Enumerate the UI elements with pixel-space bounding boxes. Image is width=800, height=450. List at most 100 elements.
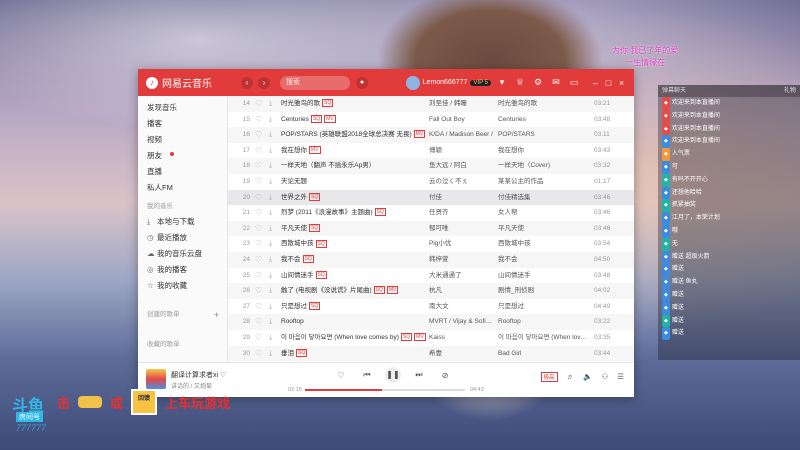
download-icon[interactable]: ⤓	[269, 158, 272, 174]
sidebar-item-fm[interactable]: 私人FM	[138, 180, 227, 196]
download-icon[interactable]: ⤓	[269, 205, 272, 221]
mail-icon[interactable]: ✉	[549, 77, 563, 88]
sidebar-item-discover[interactable]: 发现音乐	[138, 100, 227, 116]
download-icon[interactable]: ⤓	[269, 112, 272, 128]
download-icon[interactable]: ⤓	[269, 174, 272, 190]
heart-icon[interactable]: ♡	[255, 330, 262, 346]
search-input[interactable]: 搜索	[280, 75, 350, 90]
song-row[interactable]: 27 ♡ ⤓ 只是想过 SQ 南大文 只是想过 04:49	[228, 299, 634, 315]
progress-bar[interactable]	[305, 389, 465, 391]
mini-mode-icon[interactable]: ▭	[567, 77, 581, 88]
song-row[interactable]: 26 ♡ ⤓ 触了 (电视剧《没说谎》片尾曲) SQ MV 杭凡 剧情_刑侦剧 04:02	[228, 283, 634, 299]
download-icon[interactable]: ⤓	[269, 268, 272, 284]
playlist-icon[interactable]: ☰	[617, 372, 624, 382]
song-row[interactable]: 24 ♡ ⤓ 我不会 SQ 韩梓萱 我不会 04:50	[228, 251, 634, 268]
sidebar-item-video[interactable]: 视频	[138, 132, 227, 148]
username[interactable]: Lemon666777	[423, 79, 468, 86]
download-icon[interactable]: ⤓	[269, 283, 272, 299]
sidebar-item-friends[interactable]: 朋友	[138, 148, 227, 164]
song-row[interactable]: 17 ♡ ⤓ 我在想你 MV 傅颖 我在想你 03:43	[228, 143, 634, 159]
download-icon[interactable]: ⤓	[269, 221, 272, 237]
next-icon[interactable]: ⏭	[406, 370, 432, 380]
song-row[interactable]: 14 ♡ ⤓ 时光雏鸟的歌 SQ 刘至佳 / 韩瞳 时光雏鸟的歌 03:21	[228, 96, 634, 112]
song-album: 山间情迷手	[498, 271, 531, 279]
heart-icon[interactable]: ♡	[255, 96, 262, 112]
heart-icon[interactable]: ♡	[255, 158, 262, 174]
heart-icon[interactable]: ♡	[255, 268, 262, 284]
sidebar-item-podcast[interactable]: 播客	[138, 116, 227, 132]
download-icon[interactable]: ⤓	[269, 143, 272, 159]
heart-icon[interactable]: ♡	[255, 236, 262, 252]
song-row[interactable]: 28 ♡ ⤓ Rooftop MVRT / Vijay & Sofia Z Rooftop…	[228, 314, 634, 330]
forward-icon[interactable]: ›	[258, 76, 270, 89]
effects-icon[interactable]: ♬	[567, 372, 575, 382]
maximize-icon[interactable]: □	[602, 78, 615, 88]
song-row[interactable]: 22 ♡ ⤓ 平凡天使 SQ 郁可唯 平凡天使 03:46	[228, 220, 634, 237]
section-collected-playlists[interactable]: 收藏的歌单	[138, 338, 227, 352]
skin-icon[interactable]: ♕	[513, 77, 527, 88]
app-logo[interactable]: ♪ 网易云音乐	[146, 75, 236, 90]
heart-icon[interactable]: ♡	[255, 314, 262, 330]
chat-gift-tab[interactable]: 礼物	[784, 85, 796, 97]
download-icon[interactable]: ⤓	[269, 299, 272, 315]
heart-icon[interactable]: ♡	[255, 174, 262, 190]
dislike-icon[interactable]: ⊘	[432, 371, 458, 380]
mic-icon[interactable]: ●	[356, 76, 368, 89]
pause-button[interactable]: ❚❚	[385, 367, 401, 383]
heart-icon[interactable]: ♡	[255, 190, 262, 206]
heart-icon[interactable]: ♡	[220, 372, 226, 379]
now-playing-title[interactable]: 翻译计算求者xi ♡	[171, 370, 226, 380]
heart-icon[interactable]: ♡	[255, 283, 262, 299]
section-created-playlists[interactable]: 创建的歌单 +	[138, 308, 227, 322]
song-title: 天论无题	[281, 174, 426, 190]
download-icon[interactable]: ⤓	[269, 252, 272, 268]
friends-icon[interactable]: ⚇	[602, 372, 609, 382]
sidebar-item-favorites[interactable]: ☆ 我的收藏	[138, 278, 227, 294]
sidebar-item-my-podcast[interactable]: ◎ 我的播客	[138, 262, 227, 278]
volume-icon[interactable]: 🔈	[583, 372, 592, 382]
like-icon[interactable]: ♡	[328, 371, 354, 380]
user-box[interactable]: Lemon666777 VIP 5 ▾ ♕ ⚙ ✉ ▭	[405, 75, 581, 90]
settings-icon[interactable]: ⚙	[531, 77, 545, 88]
download-icon[interactable]: ⤓	[269, 190, 272, 206]
heart-icon[interactable]: ♡	[255, 127, 262, 143]
chevron-down-icon[interactable]: ▾	[495, 77, 509, 88]
song-artist: Pig小优	[429, 240, 452, 248]
sidebar-item-live[interactable]: 直播	[138, 164, 227, 180]
back-icon[interactable]: ‹	[241, 76, 253, 89]
sidebar-item-cloud[interactable]: ☁ 我的音乐云盘	[138, 246, 227, 262]
song-row[interactable]: 25 ♡ ⤓ 山间情迷手 SQ 大米通通了 山间情迷手 03:48	[228, 268, 634, 284]
close-icon[interactable]: ×	[615, 78, 628, 88]
download-icon[interactable]: ⤓	[269, 127, 272, 143]
download-icon[interactable]: ⤓	[269, 314, 272, 330]
heart-icon[interactable]: ♡	[255, 205, 262, 221]
song-row[interactable]: 16 ♡ ⤓ POP/STARS (英雄联盟2018全球总决赛 无畏) MV K/DA /…	[228, 127, 634, 143]
sidebar-item-recent[interactable]: ◷ 最近播放	[138, 230, 227, 246]
plus-icon[interactable]: +	[214, 308, 219, 322]
song-row[interactable]: 19 ♡ ⤓ 天论无题 云の泣く不ぇ 某某公主的作品 01:17	[228, 174, 634, 190]
heart-icon[interactable]: ♡	[255, 221, 262, 237]
minimize-icon[interactable]: –	[589, 78, 602, 88]
song-row[interactable]: 30 ♡ ⤓ 垂泪 SQ 希壹 Bad Girl 03:44	[228, 345, 634, 362]
avatar[interactable]	[405, 75, 420, 90]
heart-icon[interactable]: ♡	[255, 299, 262, 315]
quality-badge[interactable]: 极高	[540, 372, 558, 382]
song-row[interactable]: 23 ♡ ⤓ 西散城中孩 SQ Pig小优 西散城中孩 03:54	[228, 236, 634, 252]
song-row[interactable]: 20 ♡ ⤓ 世界之外 SQ 付佳 付佳精选集 03:46	[228, 189, 634, 206]
download-icon[interactable]: ⤓	[269, 346, 272, 362]
heart-icon[interactable]: ♡	[255, 143, 262, 159]
sidebar-item-local[interactable]: ⤓ 本地与下载	[138, 214, 227, 230]
heart-icon[interactable]: ♡	[255, 112, 262, 128]
song-row[interactable]: 29 ♡ ⤓ 이 마음이 닿아요면 (When love comes by) SQ MV K…	[228, 330, 634, 346]
song-row[interactable]: 18 ♡ ⤓ 一样天地（翻声 不插永乐Ap男） 鱼大远 / 阿白 一样天地（Cover) 0…	[228, 158, 634, 174]
song-number: 21	[242, 209, 250, 217]
song-row[interactable]: 21 ♡ ⤓ 烈梦 (2011《浪漫故事》主题曲) SQ 任贤齐 女人帮 03:46	[228, 205, 634, 221]
song-row[interactable]: 15 ♡ ⤓ Centuries SQ MV Fall Out Boy Centuries 03…	[228, 112, 634, 128]
download-icon[interactable]: ⤓	[269, 236, 272, 252]
album-cover[interactable]	[146, 369, 166, 389]
download-icon[interactable]: ⤓	[269, 330, 272, 346]
previous-icon[interactable]: ⏮	[354, 370, 380, 380]
download-icon[interactable]: ⤓	[269, 96, 272, 112]
heart-icon[interactable]: ♡	[255, 252, 262, 268]
heart-icon[interactable]: ♡	[255, 346, 262, 362]
